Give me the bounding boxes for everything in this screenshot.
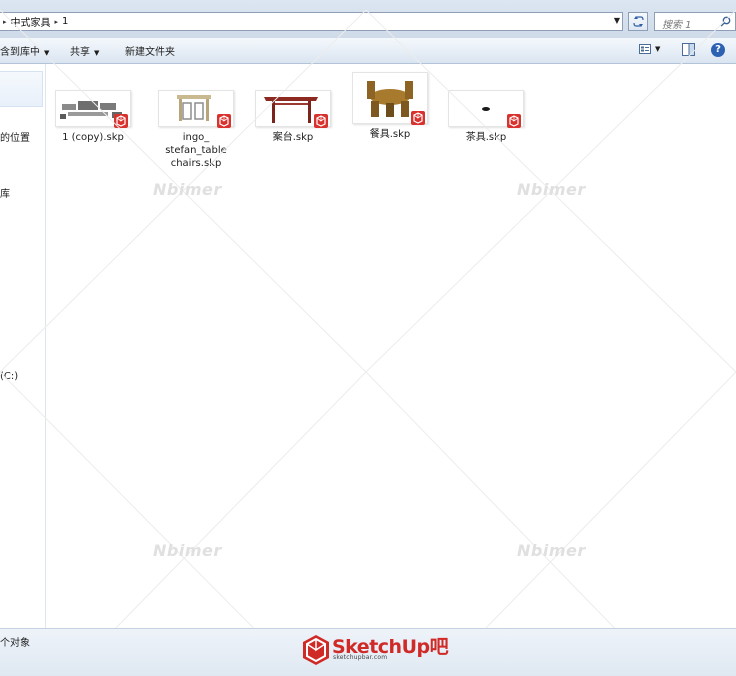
search-icon[interactable] [720, 16, 731, 27]
file-name: 茶具.skp [465, 132, 507, 143]
file-name: 餐具.skp [369, 129, 411, 140]
preview-pane-icon[interactable] [682, 43, 695, 56]
skp-file-icon [114, 114, 128, 128]
include-in-library-label: 含到库中 [0, 47, 40, 58]
change-view-button[interactable]: ▼ [639, 44, 660, 54]
new-folder-button[interactable]: 新建文件夹 [125, 43, 175, 58]
new-folder-label: 新建文件夹 [125, 47, 175, 58]
address-bar[interactable]: ▸ 中式家具 ▸ 1 ▼ [0, 12, 623, 31]
skp-file-icon [411, 111, 425, 125]
watermark-text: Nbimer [153, 541, 222, 560]
sketchup-logo-icon [303, 635, 329, 665]
file-thumbnail [352, 72, 428, 125]
sketchup-logo: SketchUp吧 sketchupbar.com [302, 633, 462, 667]
navigation-pane: 的位置 库 (C:) [0, 64, 46, 628]
file-thumbnail [255, 90, 331, 128]
file-thumbnail [55, 90, 131, 128]
breadcrumb-item-parent[interactable]: 中式家具 [11, 14, 51, 29]
refresh-button[interactable] [628, 12, 648, 31]
skp-file-icon [314, 114, 328, 128]
nav-item-recent-places[interactable]: 的位置 [0, 129, 30, 144]
address-dropdown-icon[interactable]: ▼ [614, 16, 620, 25]
nav-item-libraries[interactable]: 库 [0, 185, 10, 200]
skp-file-icon [217, 114, 231, 128]
file-item[interactable]: 1 (copy).skp [50, 90, 136, 144]
file-name: ingo_ stefan_table chairs.skp [165, 132, 227, 169]
watermark-text: Nbimer [517, 541, 586, 560]
nav-item-selected[interactable] [0, 71, 43, 107]
file-item[interactable]: 餐具.skp [347, 72, 433, 141]
search-input[interactable]: 搜索 1 [654, 12, 736, 31]
file-name: 1 (copy).skp [62, 132, 124, 143]
watermark-text: Nbimer [153, 180, 222, 199]
logo-subtitle: sketchupbar.com [333, 654, 388, 661]
share-label: 共享 [70, 47, 90, 58]
file-thumbnail [448, 90, 524, 128]
help-icon[interactable]: ? [711, 43, 725, 57]
file-item[interactable]: 茶具.skp [443, 90, 529, 144]
view-options-icon [639, 44, 651, 54]
file-thumbnail [158, 90, 234, 128]
breadcrumb: ▸ 中式家具 ▸ 1 [0, 13, 68, 30]
file-name: 案台.skp [272, 132, 314, 143]
chevron-down-icon: ▼ [44, 49, 50, 57]
chevron-down-icon: ▼ [655, 45, 661, 53]
skp-file-icon [507, 114, 521, 128]
item-count-text: 个对象 [0, 638, 30, 649]
breadcrumb-chevron-icon[interactable]: ▸ [0, 18, 11, 26]
search-placeholder: 搜索 1 [662, 20, 692, 31]
include-in-library-button[interactable]: 含到库中 ▼ [0, 43, 49, 58]
chevron-down-icon: ▼ [94, 49, 100, 57]
share-button[interactable]: 共享 ▼ [70, 43, 99, 58]
refresh-icon [632, 16, 644, 27]
command-bar: 含到库中 ▼ 共享 ▼ 新建文件夹 ▼ ? [0, 38, 736, 64]
breadcrumb-item-current[interactable]: 1 [62, 16, 68, 27]
file-item[interactable]: 案台.skp [250, 90, 336, 144]
address-bar-area: ▸ 中式家具 ▸ 1 ▼ 搜索 1 [0, 0, 736, 38]
breadcrumb-chevron-icon[interactable]: ▸ [51, 18, 63, 26]
watermark-text: Nbimer [517, 180, 586, 199]
file-item[interactable]: ingo_ stefan_table chairs.skp [153, 90, 239, 170]
file-list-view: 1 (copy).skp ingo_ stefan_table chairs.s… [46, 64, 736, 628]
nav-item-local-disk-c[interactable]: (C:) [0, 371, 18, 382]
